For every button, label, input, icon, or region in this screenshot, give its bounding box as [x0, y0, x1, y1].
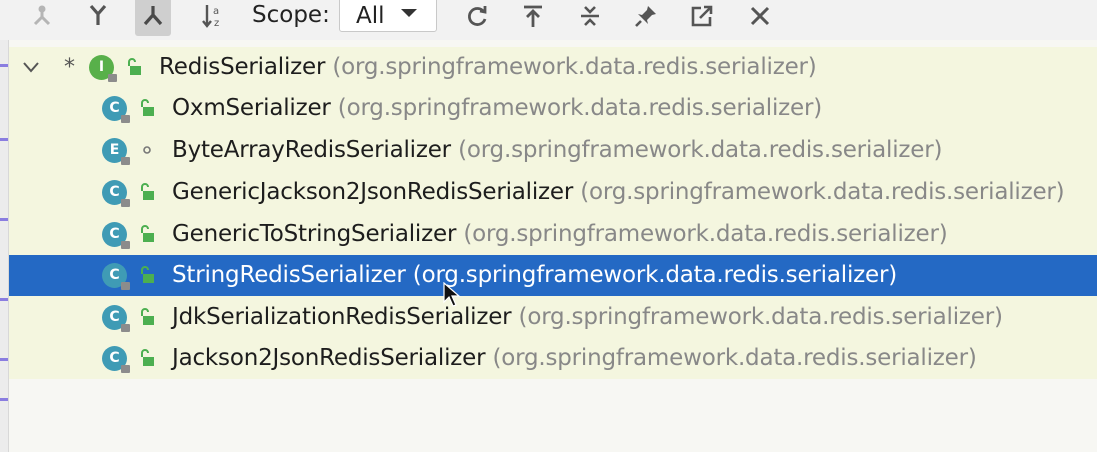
package-name: (org.springframework.data.redis.serializ…: [337, 95, 822, 121]
supertypes-hierarchy-button[interactable]: [24, 0, 60, 36]
hierarchy-toolbar: a z Scope: All: [0, 0, 1097, 40]
class-icon: C: [102, 180, 130, 207]
scope-value: All: [356, 3, 385, 29]
sort-alphabetically-button[interactable]: a z: [195, 0, 231, 36]
svg-text:a: a: [213, 6, 219, 17]
chevron-down-icon: [401, 9, 417, 17]
refresh-button[interactable]: [459, 0, 495, 36]
type-name: GenericToStringSerializer: [172, 221, 457, 247]
package-private-visibility-icon: [143, 146, 151, 154]
sort-alphabetically-icon: a z: [202, 5, 219, 29]
public-visibility-icon: [141, 266, 154, 283]
gutter-marker: [0, 64, 8, 67]
lock-icon: [121, 199, 130, 207]
tree-row-label: StringRedisSerializer (org.springframewo…: [172, 255, 897, 296]
type-name: ByteArrayRedisSerializer: [172, 137, 451, 163]
tree-row-label: Jackson2JsonRedisSerializer (org.springf…: [172, 338, 977, 379]
public-visibility-icon: [141, 349, 154, 366]
tree-row[interactable]: C Jackson2JsonRedisSerializer (org.sprin…: [9, 338, 1097, 379]
class-icon: C: [102, 263, 130, 290]
gutter-marker: [0, 218, 8, 221]
tree-row[interactable]: E ByteArrayRedisSerializer (org.springfr…: [9, 130, 1097, 171]
subtypes-hierarchy-button[interactable]: [80, 0, 116, 36]
collapse-all-button[interactable]: [572, 0, 608, 36]
tree-root-row[interactable]: * I RedisSerializer (org.springframework…: [9, 47, 1097, 88]
lock-icon: [121, 324, 130, 332]
tree-row-label: GenericJackson2JsonRedisSerializer (org.…: [172, 172, 1065, 213]
close-icon: [750, 6, 770, 26]
lock-icon: [121, 241, 130, 249]
type-name: Jackson2JsonRedisSerializer: [172, 345, 486, 371]
class-icon: C: [102, 346, 130, 373]
lock-icon: [121, 115, 130, 123]
lock-icon: [121, 365, 130, 373]
class-icon: C: [102, 222, 130, 249]
gutter-marker: [0, 358, 8, 361]
tree-row[interactable]: C GenericJackson2JsonRedisSerializer (or…: [9, 172, 1097, 213]
interface-icon: I: [89, 55, 117, 82]
tree-root-label: RedisSerializer (org.springframework.dat…: [159, 47, 817, 88]
collapse-all-icon: [581, 6, 599, 26]
close-button[interactable]: [742, 0, 778, 36]
tree-row[interactable]: C OxmSerializer (org.springframework.dat…: [9, 88, 1097, 129]
mouse-cursor-icon: [443, 282, 461, 307]
tree-row-label: ByteArrayRedisSerializer (org.springfram…: [172, 130, 942, 171]
package-name: (org.springframework.data.redis.serializ…: [463, 221, 948, 247]
tree-row-label: JdkSerializationRedisSerializer (org.spr…: [172, 297, 1003, 338]
subtypes-hierarchy-icon: [89, 4, 107, 25]
chevron-down-icon[interactable]: [23, 60, 39, 74]
export-button[interactable]: [515, 0, 551, 36]
gutter-marker: [0, 398, 8, 401]
tree-row-label: OxmSerializer (org.springframework.data.…: [172, 88, 822, 129]
public-visibility-icon: [141, 183, 154, 200]
public-visibility-icon: [141, 308, 154, 325]
star-marker: *: [64, 55, 75, 80]
enum-icon: E: [102, 138, 130, 165]
type-name: RedisSerializer: [159, 54, 326, 80]
tree-row-label: GenericToStringSerializer (org.springfra…: [172, 214, 948, 255]
scope-dropdown[interactable]: All: [339, 0, 437, 32]
class-hierarchy-icon: [143, 6, 163, 26]
class-hierarchy-button[interactable]: [135, 0, 171, 36]
type-name: StringRedisSerializer: [172, 262, 406, 288]
svg-text:z: z: [214, 18, 219, 29]
tree-row[interactable]: C JdkSerializationRedisSerializer (org.s…: [9, 297, 1097, 338]
type-name: OxmSerializer: [172, 95, 331, 121]
gutter-marker: [0, 138, 8, 141]
scope-label: Scope:: [252, 2, 330, 28]
public-visibility-icon: [141, 225, 154, 242]
open-in-new-icon: [691, 5, 713, 27]
package-name: (org.springframework.data.redis.serializ…: [458, 137, 943, 163]
package-name: (org.springframework.data.redis.serializ…: [412, 262, 897, 288]
pin-button[interactable]: [628, 0, 664, 36]
public-visibility-icon: [141, 99, 154, 116]
open-in-new-button[interactable]: [684, 0, 720, 36]
lock-icon: [121, 282, 130, 290]
tree-row-selected[interactable]: C StringRedisSerializer (org.springframe…: [9, 255, 1097, 296]
pin-icon: [635, 6, 656, 27]
supertypes-hierarchy-icon: [33, 5, 51, 26]
tree-row[interactable]: C GenericToStringSerializer (org.springf…: [9, 214, 1097, 255]
lock-icon: [121, 157, 130, 165]
class-icon: C: [102, 305, 130, 332]
package-name: (org.springframework.data.redis.serializ…: [332, 54, 817, 80]
lock-icon: [108, 74, 117, 82]
package-name: (org.springframework.data.redis.serializ…: [492, 345, 977, 371]
gutter-marker: [0, 298, 8, 301]
package-name: (org.springframework.data.redis.serializ…: [518, 304, 1003, 330]
type-name: GenericJackson2JsonRedisSerializer: [172, 179, 574, 205]
type-hierarchy-tree: * I RedisSerializer (org.springframework…: [9, 47, 1097, 379]
public-visibility-icon: [128, 58, 141, 75]
package-name: (org.springframework.data.redis.serializ…: [580, 179, 1065, 205]
refresh-icon: [468, 6, 487, 26]
export-icon: [524, 5, 542, 27]
class-icon: C: [102, 96, 130, 123]
left-gutter: [0, 40, 9, 452]
